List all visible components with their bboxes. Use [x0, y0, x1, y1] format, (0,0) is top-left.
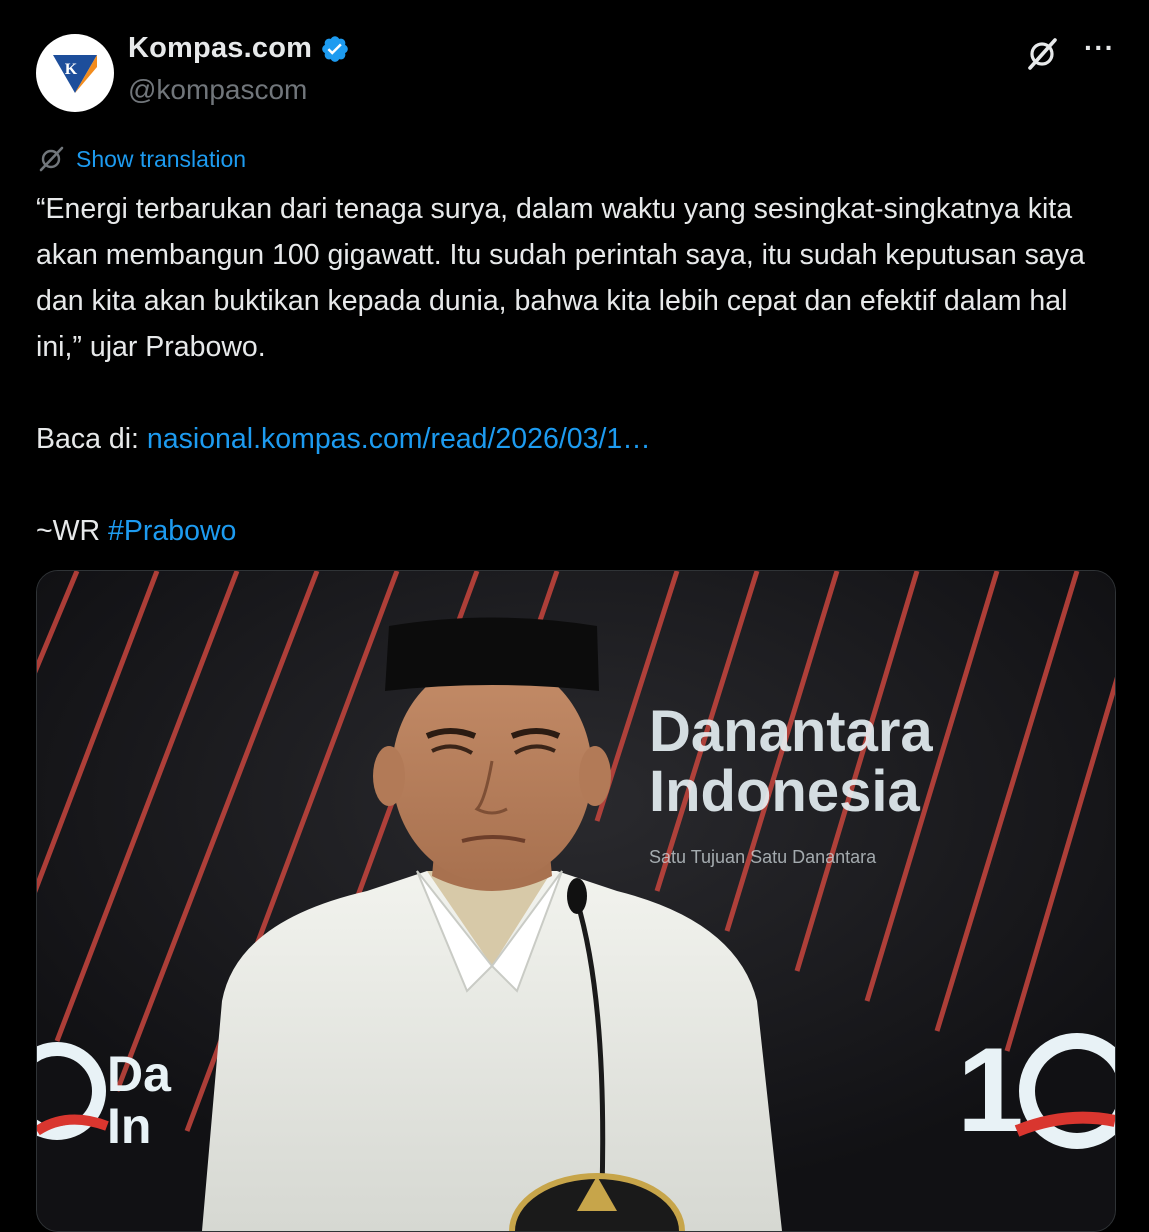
backdrop-tagline: Satu Tujuan Satu Danantara [649, 847, 877, 867]
read-prefix: Baca di: [36, 423, 147, 455]
show-translation-label[interactable]: Show translation [76, 146, 246, 173]
hashtag-link[interactable]: #Prabowo [108, 515, 236, 547]
author-handle[interactable]: @kompascom [128, 74, 307, 106]
display-name[interactable]: Kompas.com [128, 32, 312, 65]
media-photo: Danantara Indonesia Satu Tujuan Satu Dan… [37, 571, 1115, 1231]
tweet-media-image[interactable]: Danantara Indonesia Satu Tujuan Satu Dan… [36, 570, 1116, 1232]
read-more-line: Baca di: nasional.kompas.com/read/2026/0… [36, 416, 1121, 462]
tweet-text: “Energi terbarukan dari tenaga surya, da… [36, 186, 1121, 554]
signature-line: ~WR #Prabowo [36, 508, 1121, 554]
person-hat [385, 617, 599, 691]
translate-icon [36, 144, 66, 174]
more-options-icon[interactable]: ··· [1084, 34, 1116, 70]
signature-prefix: ~WR [36, 515, 109, 547]
article-link[interactable]: nasional.kompas.com/read/2026/03/1… [147, 423, 651, 455]
side-text-left2: In [107, 1098, 151, 1154]
show-translation-button[interactable]: Show translation [36, 144, 246, 174]
side-text-left: Da [107, 1046, 172, 1102]
author-name-row[interactable]: Kompas.com [128, 32, 350, 65]
kompas-logo-icon: K [53, 55, 97, 93]
grok-icon[interactable] [1024, 36, 1060, 72]
tweet-quote: “Energi terbarukan dari tenaga surya, da… [36, 193, 1085, 363]
backdrop-line2: Indonesia [649, 759, 920, 824]
person-face [392, 659, 592, 883]
avatar[interactable]: K [36, 34, 114, 112]
avatar-letter: K [65, 61, 78, 78]
side-badge-right: 1 [957, 1023, 1024, 1157]
backdrop-line1: Danantara [649, 699, 933, 764]
verified-badge-icon [320, 34, 350, 64]
tweet-card[interactable]: K Kompas.com @kompascom ··· Show transla… [0, 0, 1149, 1232]
